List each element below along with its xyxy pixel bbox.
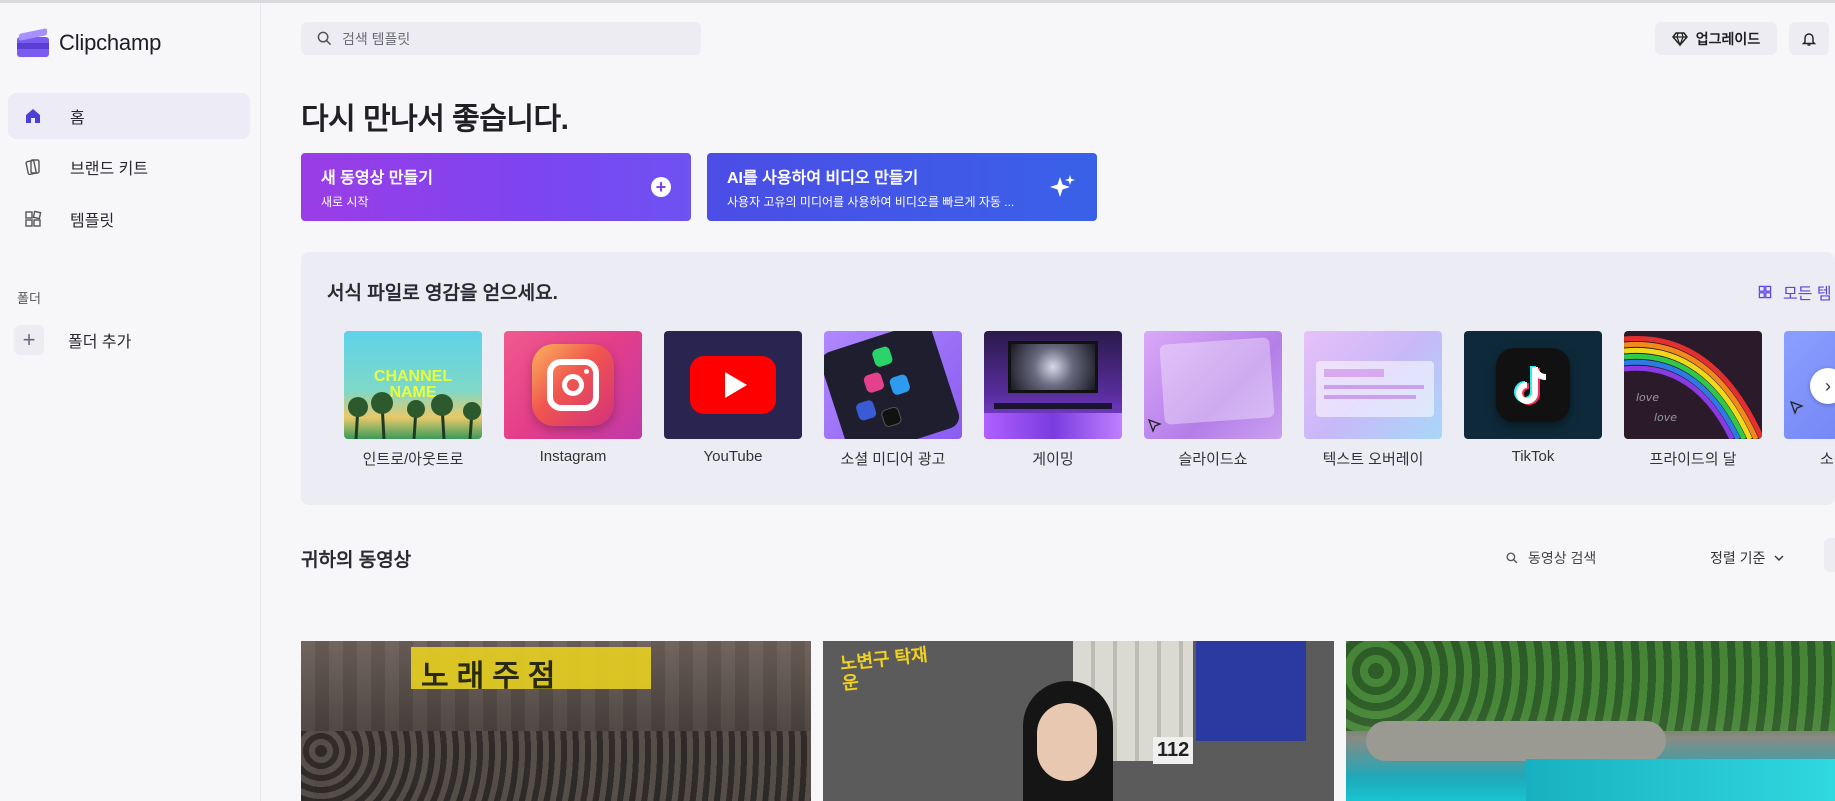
view-toggle-button[interactable]	[1824, 538, 1835, 572]
template-search-input[interactable]: 검색 템플릿	[301, 22, 701, 55]
template-thumbnail	[504, 331, 642, 439]
template-card-tiktok[interactable]: TikTok	[1464, 331, 1602, 465]
clipchamp-logo-icon	[17, 27, 49, 59]
template-card-youtube[interactable]: YouTube	[664, 331, 802, 465]
ai-video-button[interactable]: AI를 사용하여 비디오 만들기 사용자 고유의 미디어를 사용하여 비디오를 …	[707, 153, 1097, 221]
svg-text:love: love	[1636, 391, 1659, 404]
template-thumbnail	[1464, 331, 1602, 439]
template-label: TikTok	[1511, 448, 1555, 465]
tiktok-logo-icon	[1496, 348, 1570, 422]
app-name: Clipchamp	[59, 30, 162, 55]
sidebar-item-brand-kit[interactable]: 브랜드 키트	[8, 144, 250, 190]
video-search-placeholder: 동영상 검색	[1528, 550, 1597, 566]
template-thumbnail	[824, 331, 962, 439]
bell-icon	[1801, 32, 1817, 46]
template-label: 텍스트 오버레이	[1322, 451, 1424, 468]
youtube-logo-icon	[690, 356, 776, 414]
video-card[interactable]: 노래주점	[301, 641, 811, 801]
template-card-pride-month[interactable]: love love 프라이드의 달	[1624, 331, 1762, 469]
sidebar-item-templates[interactable]: 템플릿	[8, 196, 250, 242]
video-thumbnail-text: 노변구 탁재운	[839, 644, 929, 694]
all-templates-link[interactable]: 모든 템	[1757, 280, 1832, 304]
template-card-text-overlay[interactable]: 텍스트 오버레이	[1304, 331, 1442, 469]
sparkle-icon	[1050, 175, 1075, 197]
add-folder-label: 폴더 추가	[68, 334, 132, 351]
template-label: 게이밍	[1032, 451, 1074, 468]
ai-video-title: AI를 사용하여 비디오 만들기	[727, 170, 919, 187]
sidebar-item-home[interactable]: 홈	[8, 93, 250, 139]
sidebar: Clipchamp 홈 브랜드 키트 템플릿 폴더 + 폴더 추가	[0, 3, 261, 801]
template-thumbnail: CHANNEL NAME	[344, 331, 482, 439]
templates-panel: 서식 파일로 영감을 얻으세요. 모든 템 CHANNEL NAME 인트로/아…	[301, 252, 1835, 505]
top-border	[0, 0, 1835, 3]
chevron-down-icon	[1774, 555, 1784, 561]
rainbow-graphic: love love	[1624, 335, 1762, 439]
template-card-instagram[interactable]: Instagram	[504, 331, 642, 465]
templates-title: 서식 파일로 영감을 얻으세요.	[327, 283, 558, 304]
template-card-social-media-ads[interactable]: 소셜 미디어 광고	[824, 331, 962, 469]
template-card-gaming[interactable]: 게이밍	[984, 331, 1122, 469]
upgrade-button[interactable]: 업그레이드	[1655, 22, 1777, 55]
new-video-button[interactable]: 새 동영상 만들기 새로 시작 +	[301, 153, 691, 221]
template-card-intro-outro[interactable]: CHANNEL NAME 인트로/아웃트로	[344, 331, 482, 469]
new-video-title: 새 동영상 만들기	[321, 170, 433, 187]
home-icon	[22, 105, 44, 127]
template-label: YouTube	[703, 448, 763, 465]
templates-icon	[22, 208, 44, 230]
diamond-icon	[1671, 31, 1688, 47]
search-placeholder: 검색 템플릿	[342, 30, 411, 47]
template-thumbnail	[984, 331, 1122, 439]
template-label: 프라이드의 달	[1649, 451, 1737, 468]
page-title: 다시 만나서 좋습니다.	[301, 103, 569, 136]
instagram-logo-icon	[532, 344, 614, 426]
app-logo[interactable]: Clipchamp	[17, 27, 161, 59]
new-video-subtitle: 새로 시작	[321, 195, 369, 209]
template-thumbnail	[1144, 331, 1282, 439]
folders-section-label: 폴더	[17, 291, 41, 306]
template-thumbnail: love love	[1624, 331, 1762, 439]
brand-kit-icon	[22, 156, 44, 178]
video-thumbnail-text: 노래주점	[421, 660, 564, 693]
ai-video-subtitle: 사용자 고유의 미디어를 사용하여 비디오를 빠르게 자동 ...	[727, 195, 1015, 209]
sidebar-item-label: 템플릿	[70, 213, 115, 230]
sort-dropdown[interactable]: 정렬 기준	[1710, 548, 1785, 568]
plus-circle-icon: +	[651, 177, 671, 197]
all-templates-label: 모든 템	[1783, 286, 1832, 303]
template-label: 소	[1820, 451, 1834, 468]
notifications-button[interactable]	[1789, 22, 1829, 55]
palm-trees-graphic	[348, 392, 481, 439]
add-folder-button[interactable]: + 폴더 추가	[14, 325, 131, 355]
templates-icon	[1758, 285, 1772, 299]
sidebar-item-label: 브랜드 키트	[70, 161, 149, 178]
template-thumbnail	[664, 331, 802, 439]
template-thumbnail	[1304, 331, 1442, 439]
template-card-slideshow[interactable]: 슬라이드쇼	[1144, 331, 1282, 469]
search-icon	[317, 31, 332, 46]
video-search-input[interactable]: 동영상 검색	[1506, 548, 1596, 568]
sidebar-item-label: 홈	[70, 110, 85, 127]
sort-label: 정렬 기준	[1710, 550, 1766, 566]
upgrade-label: 업그레이드	[1695, 30, 1761, 47]
template-label: Instagram	[539, 448, 607, 465]
video-card[interactable]	[1346, 641, 1835, 801]
chevron-right-icon: ›	[1825, 375, 1831, 396]
search-icon	[1506, 552, 1518, 564]
cursor-icon	[1148, 419, 1162, 433]
template-label: 소셜 미디어 광고	[840, 451, 946, 468]
video-card[interactable]: 노변구 탁재운 112	[823, 641, 1334, 801]
monitor-graphic	[1008, 341, 1098, 393]
plus-icon: +	[14, 325, 44, 355]
video-badge: 112	[1153, 737, 1194, 764]
template-label: 인트로/아웃트로	[362, 451, 464, 468]
cursor-icon	[1790, 401, 1804, 415]
template-label: 슬라이드쇼	[1178, 451, 1248, 468]
svg-text:love: love	[1654, 411, 1677, 424]
phone-graphic	[824, 331, 962, 439]
your-videos-title: 귀하의 동영상	[301, 550, 412, 571]
